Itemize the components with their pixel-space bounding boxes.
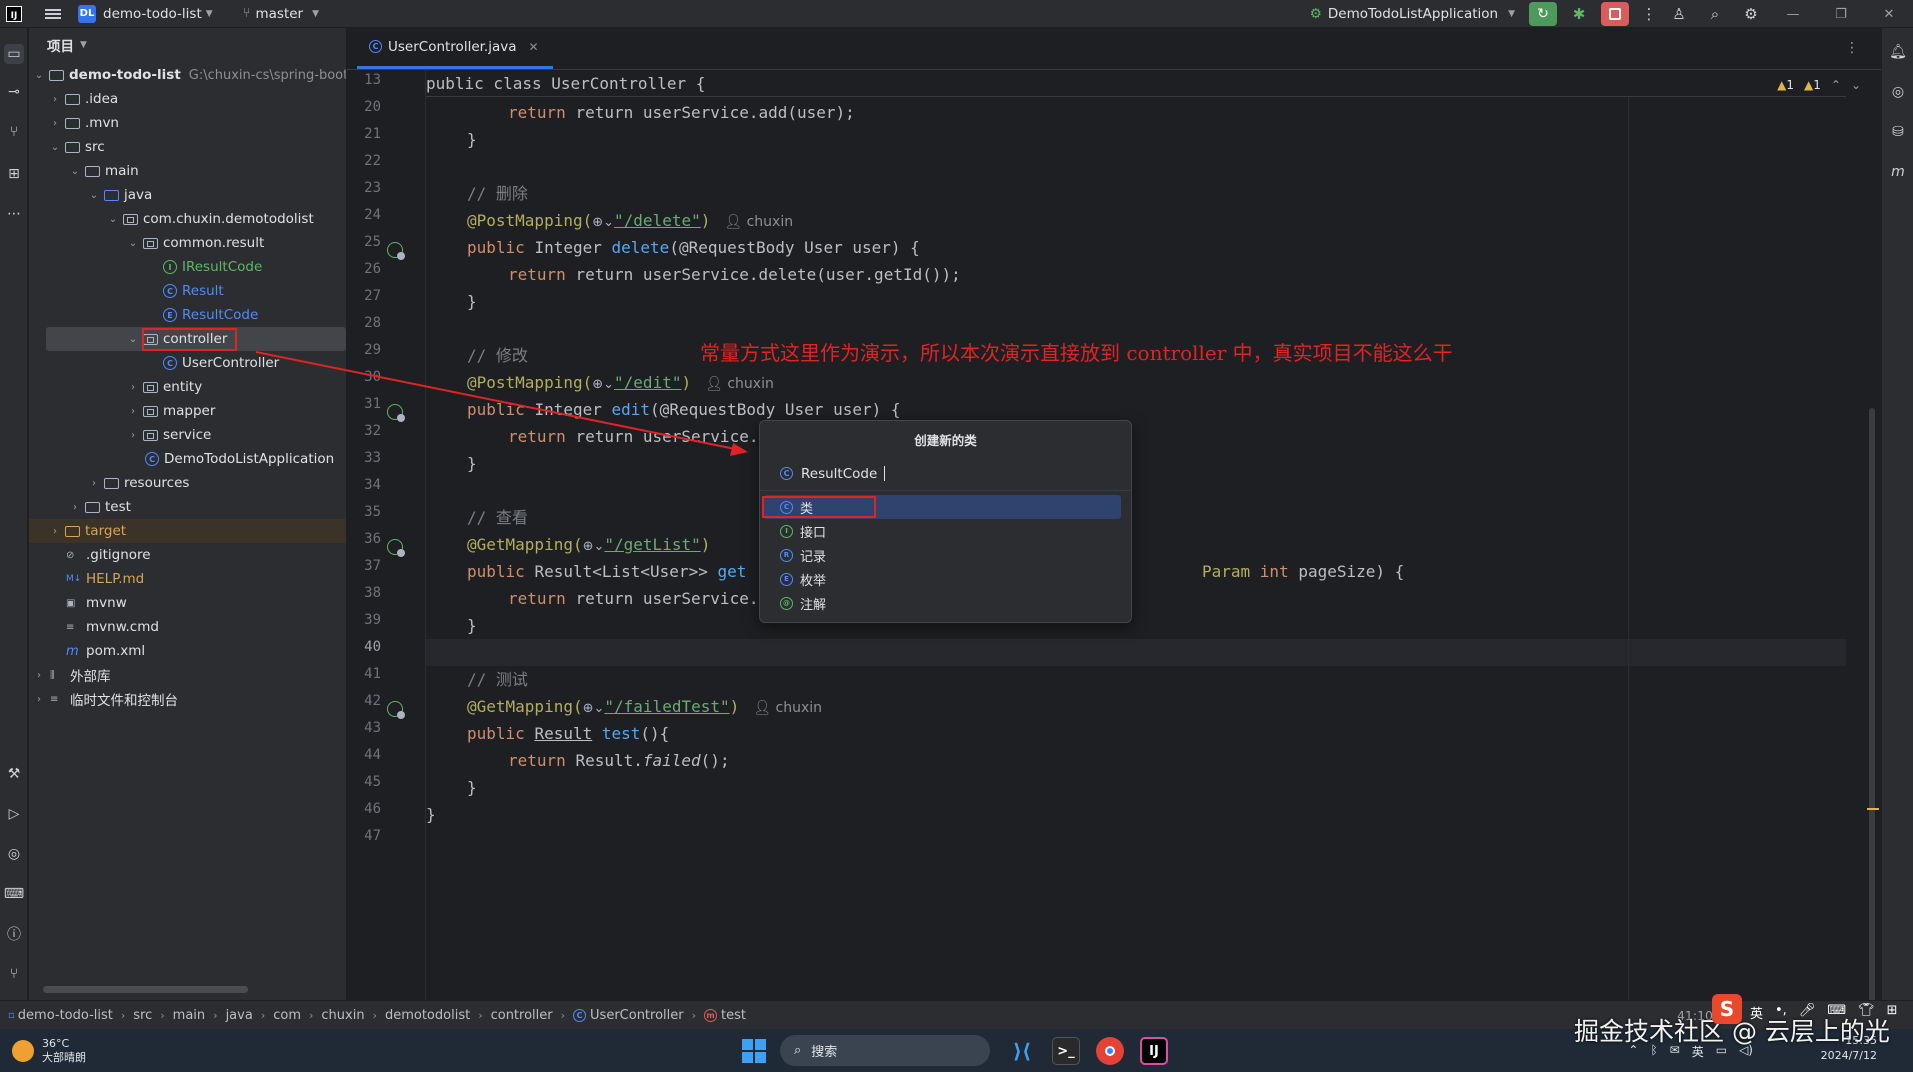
option-label: 注解 [800, 597, 827, 613]
kind-option-interface[interactable]: I 接口 [764, 519, 1121, 543]
highlight-box-class-option [762, 496, 876, 518]
text-caret [884, 466, 886, 481]
interface-icon: I [780, 524, 793, 538]
grid-menu-icon[interactable]: ⊞ [1887, 1003, 1898, 1022]
ime-toolbar[interactable]: 英 •, 🎤︎ ⌨ 👕︎ ⊞ [1750, 1003, 1898, 1022]
punctuation-icon[interactable]: •, [1775, 1003, 1787, 1022]
record-icon: R [780, 548, 793, 562]
class-name-value: ResultCode [801, 465, 878, 482]
kind-option-annotation[interactable]: @ 注解 [764, 591, 1121, 615]
microphone-icon[interactable]: 🎤︎ [1799, 1003, 1816, 1022]
keyboard-icon[interactable]: ⌨ [1827, 1003, 1846, 1022]
sogou-ime-icon[interactable]: S [1712, 994, 1742, 1024]
skin-icon[interactable]: 👕︎ [1858, 1003, 1875, 1022]
ime-lang[interactable]: 英 [1750, 1003, 1763, 1022]
create-new-class-popup: 创建新的类 C ResultCode C类 I 接口 R 记录 E 枚举 @ 注解 [759, 420, 1132, 623]
popup-title: 创建新的类 [914, 432, 977, 448]
annotation-icon: @ [780, 596, 793, 610]
class-icon: C [780, 467, 793, 480]
enum-icon: E [780, 572, 793, 586]
class-name-input[interactable]: C ResultCode [760, 457, 1131, 491]
option-label: 枚举 [800, 573, 827, 589]
kind-option-enum[interactable]: E 枚举 [764, 567, 1121, 591]
option-label: 接口 [800, 525, 827, 541]
kind-option-record[interactable]: R 记录 [764, 543, 1121, 567]
option-label: 记录 [800, 549, 827, 565]
